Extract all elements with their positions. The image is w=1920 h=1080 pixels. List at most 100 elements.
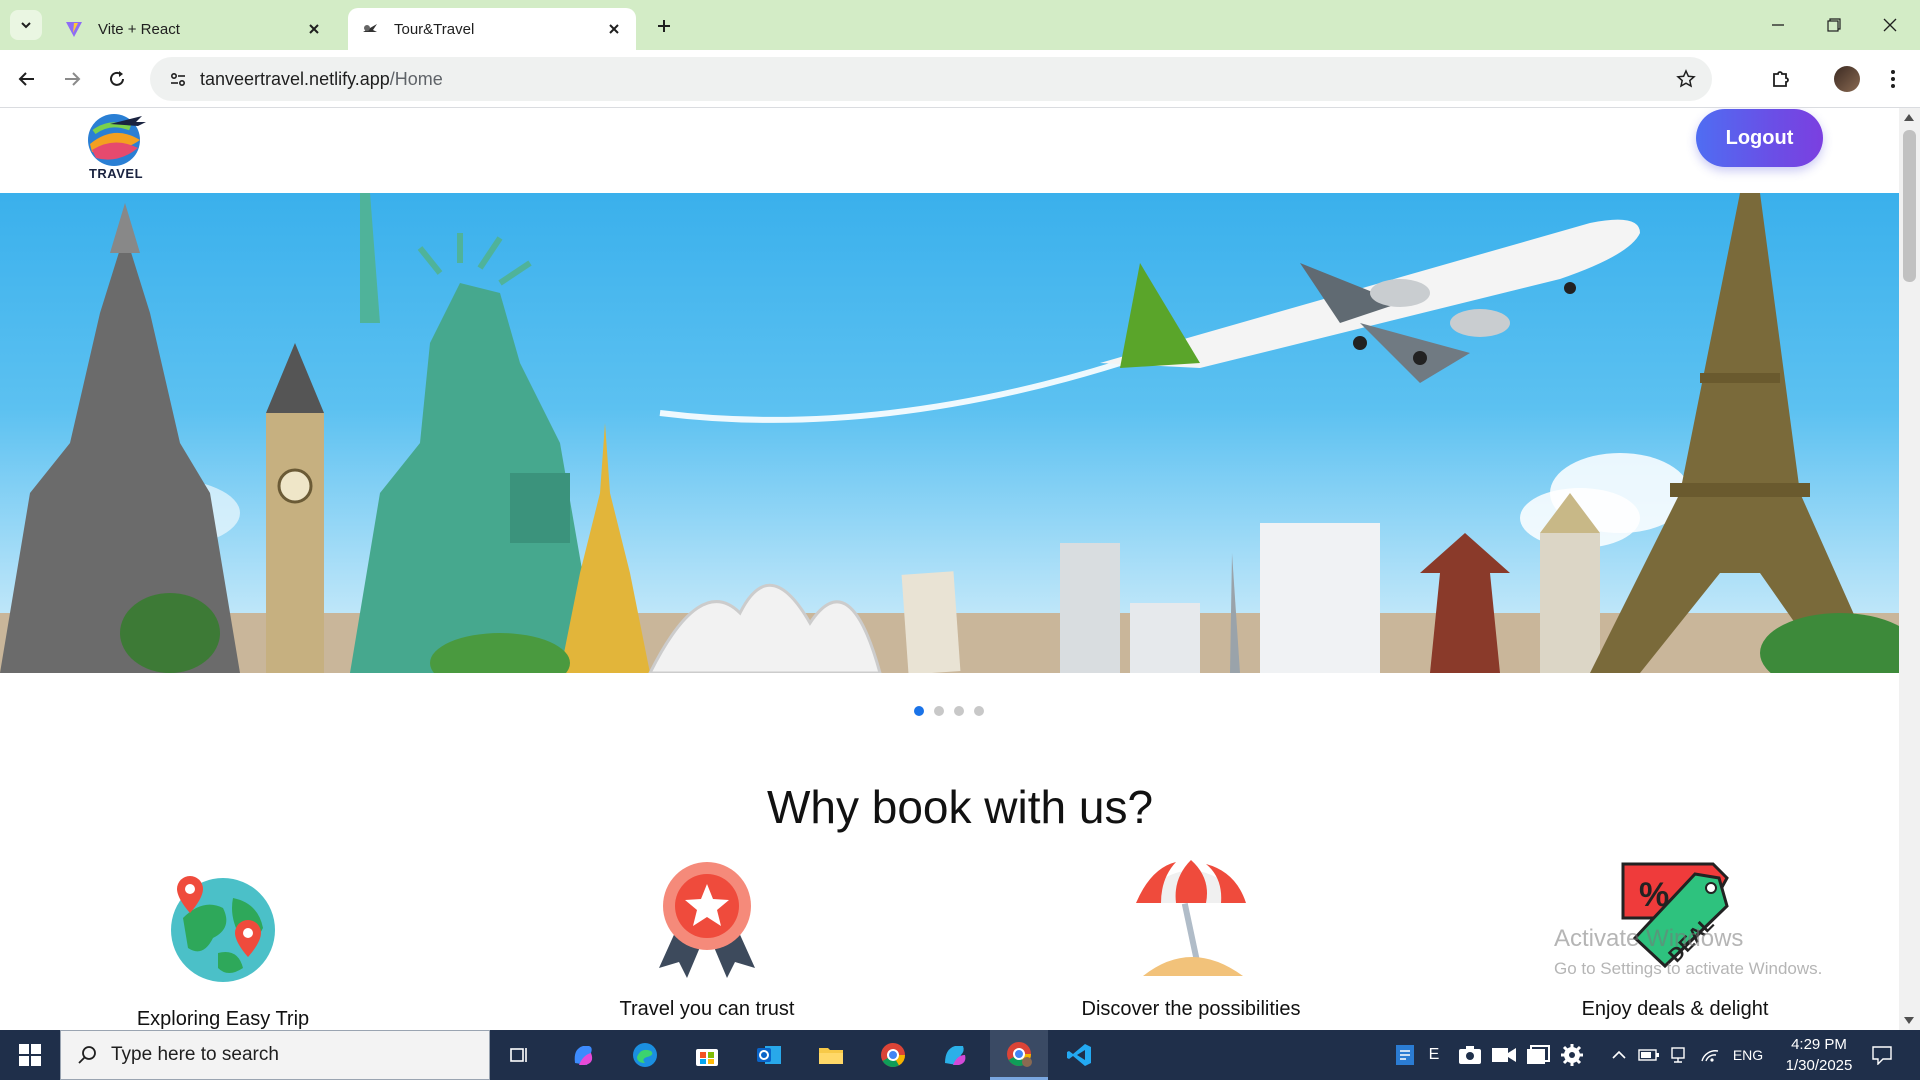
reload-icon — [110, 71, 124, 86]
tab-title: Tour&Travel — [394, 20, 475, 38]
m365-icon — [945, 1046, 966, 1065]
new-tab-button[interactable] — [650, 12, 678, 40]
feature-label: Exploring Easy Trip — [136, 1008, 310, 1030]
close-window-button[interactable] — [1870, 10, 1910, 40]
site-info-icon[interactable] — [156, 57, 200, 101]
taskbar-clock[interactable]: 4:29 PM 1/30/2025 — [1764, 1034, 1874, 1076]
url-path: /Home — [389, 68, 443, 89]
avatar — [1834, 66, 1860, 92]
vscode-app[interactable] — [1052, 1030, 1106, 1080]
minimize-button[interactable] — [1758, 10, 1798, 40]
windows-activation-watermark: Activate Windows Go to Settings to activ… — [1554, 925, 1822, 979]
camera-icon — [1459, 1046, 1481, 1064]
carousel-dot-2[interactable] — [934, 706, 944, 716]
start-button[interactable] — [0, 1030, 60, 1080]
show-hidden-icons-button[interactable] — [1607, 1030, 1631, 1080]
gear-icon — [1561, 1044, 1583, 1066]
battery-tray[interactable] — [1636, 1030, 1662, 1080]
back-button[interactable] — [12, 64, 42, 94]
meet-now-tray[interactable] — [1666, 1030, 1692, 1080]
watermark-line-1: Activate Windows — [1554, 925, 1744, 952]
search-placeholder: Type here to search — [111, 1044, 279, 1065]
outlook-app[interactable] — [742, 1030, 796, 1080]
beach-umbrella-icon — [1136, 860, 1246, 976]
award-ribbon-icon — [659, 862, 755, 978]
page-viewport: TRAVEL Logout Why book with us? Explorin… — [0, 108, 1920, 1030]
wifi-icon — [1701, 1050, 1719, 1062]
logout-button[interactable]: Logout — [1696, 109, 1823, 167]
copilot-app[interactable] — [556, 1030, 610, 1080]
airplane-graphic — [1100, 219, 1640, 383]
windows-logo-icon — [19, 1044, 41, 1066]
taskbar-search-box[interactable]: Type here to search — [60, 1030, 490, 1080]
scrollbar-thumb[interactable] — [1903, 130, 1916, 282]
tab-search-button[interactable] — [10, 10, 42, 40]
clock-time: 4:29 PM — [1791, 1036, 1847, 1053]
network-tray[interactable] — [1697, 1030, 1723, 1080]
chrome-app[interactable] — [866, 1030, 920, 1080]
clock-date: 1/30/2025 — [1785, 1057, 1853, 1074]
video-tray[interactable] — [1489, 1030, 1519, 1080]
feature-label: Enjoy deals & delight — [1581, 998, 1769, 1020]
bookmark-star-icon[interactable] — [1674, 67, 1698, 91]
site-logo[interactable]: TRAVEL — [80, 110, 152, 188]
extensions-button[interactable] — [1766, 64, 1796, 94]
tray-overflow-label: E — [1428, 1046, 1440, 1063]
video-camera-icon — [1492, 1048, 1516, 1062]
url-domain: tanveertravel.netlify.app — [200, 68, 390, 89]
plus-icon — [658, 20, 670, 32]
close-icon — [1883, 18, 1897, 32]
document-icon — [1396, 1045, 1414, 1065]
store-app[interactable] — [680, 1030, 734, 1080]
battery-icon — [1638, 1049, 1659, 1061]
scroll-down-arrow-icon[interactable] — [1904, 1017, 1914, 1024]
edge-app[interactable] — [618, 1030, 672, 1080]
vite-logo-icon — [64, 19, 84, 39]
puzzle-piece-icon — [1773, 71, 1789, 87]
why-book-heading: Why book with us? — [766, 781, 1154, 833]
camera-tray[interactable] — [1455, 1030, 1485, 1080]
carousel-dot-4[interactable] — [974, 706, 984, 716]
browser-toolbar: tanveertravel.netlify.app/Home — [0, 50, 1920, 108]
notepad-tray-app[interactable] — [1388, 1030, 1422, 1080]
feature-card-easy-trip: Exploring Easy Trip — [73, 868, 373, 1030]
settings-tray[interactable] — [1557, 1030, 1587, 1080]
task-view-icon — [510, 1048, 527, 1062]
browser-menu-button[interactable] — [1878, 64, 1908, 94]
notification-icon — [1872, 1046, 1892, 1065]
restore-button[interactable] — [1814, 10, 1854, 40]
vscode-icon — [1067, 1044, 1091, 1066]
chrome-active-window[interactable] — [990, 1030, 1048, 1080]
logo-text: TRAVEL — [88, 166, 144, 181]
windows-taskbar: Type here to search E ENG 4:29 PM 1/30/2… — [0, 1030, 1920, 1080]
file-explorer-app[interactable] — [804, 1030, 858, 1080]
chrome-icon — [881, 1043, 905, 1068]
forward-button[interactable] — [57, 64, 87, 94]
profile-avatar-button[interactable] — [1832, 64, 1862, 94]
page-scrollbar[interactable] — [1899, 108, 1920, 1030]
address-bar[interactable]: tanveertravel.netlify.app/Home — [150, 57, 1712, 101]
notification-center-button[interactable] — [1862, 1030, 1902, 1080]
window-tray[interactable] — [1523, 1030, 1553, 1080]
window-icon — [1527, 1045, 1550, 1064]
travel-favicon-icon — [360, 19, 380, 39]
feature-card-possibilities: Discover the possibilities — [1041, 860, 1341, 1020]
reload-button[interactable] — [102, 64, 132, 94]
hero-carousel-slide — [0, 193, 1899, 673]
close-tab-icon[interactable] — [604, 19, 624, 39]
url-text: tanveertravel.netlify.app/Home — [200, 69, 443, 90]
chevron-up-icon — [1612, 1050, 1626, 1059]
tab-title: Vite + React — [98, 20, 180, 38]
scroll-up-arrow-icon[interactable] — [1904, 114, 1914, 121]
chevron-down-icon — [21, 22, 31, 29]
m365-copilot-app[interactable] — [928, 1030, 982, 1080]
tab-vite-react[interactable]: Vite + React — [52, 8, 336, 50]
close-tab-icon[interactable] — [304, 19, 324, 39]
language-indicator[interactable]: ENG — [1727, 1030, 1769, 1080]
carousel-dot-1[interactable] — [914, 706, 924, 716]
feature-label: Discover the possibilities — [1081, 998, 1301, 1020]
task-view-button[interactable] — [492, 1030, 546, 1080]
carousel-dot-3[interactable] — [954, 706, 964, 716]
feature-card-trust: Travel you can trust — [557, 862, 857, 1020]
tab-tour-travel[interactable]: Tour&Travel — [348, 8, 636, 50]
